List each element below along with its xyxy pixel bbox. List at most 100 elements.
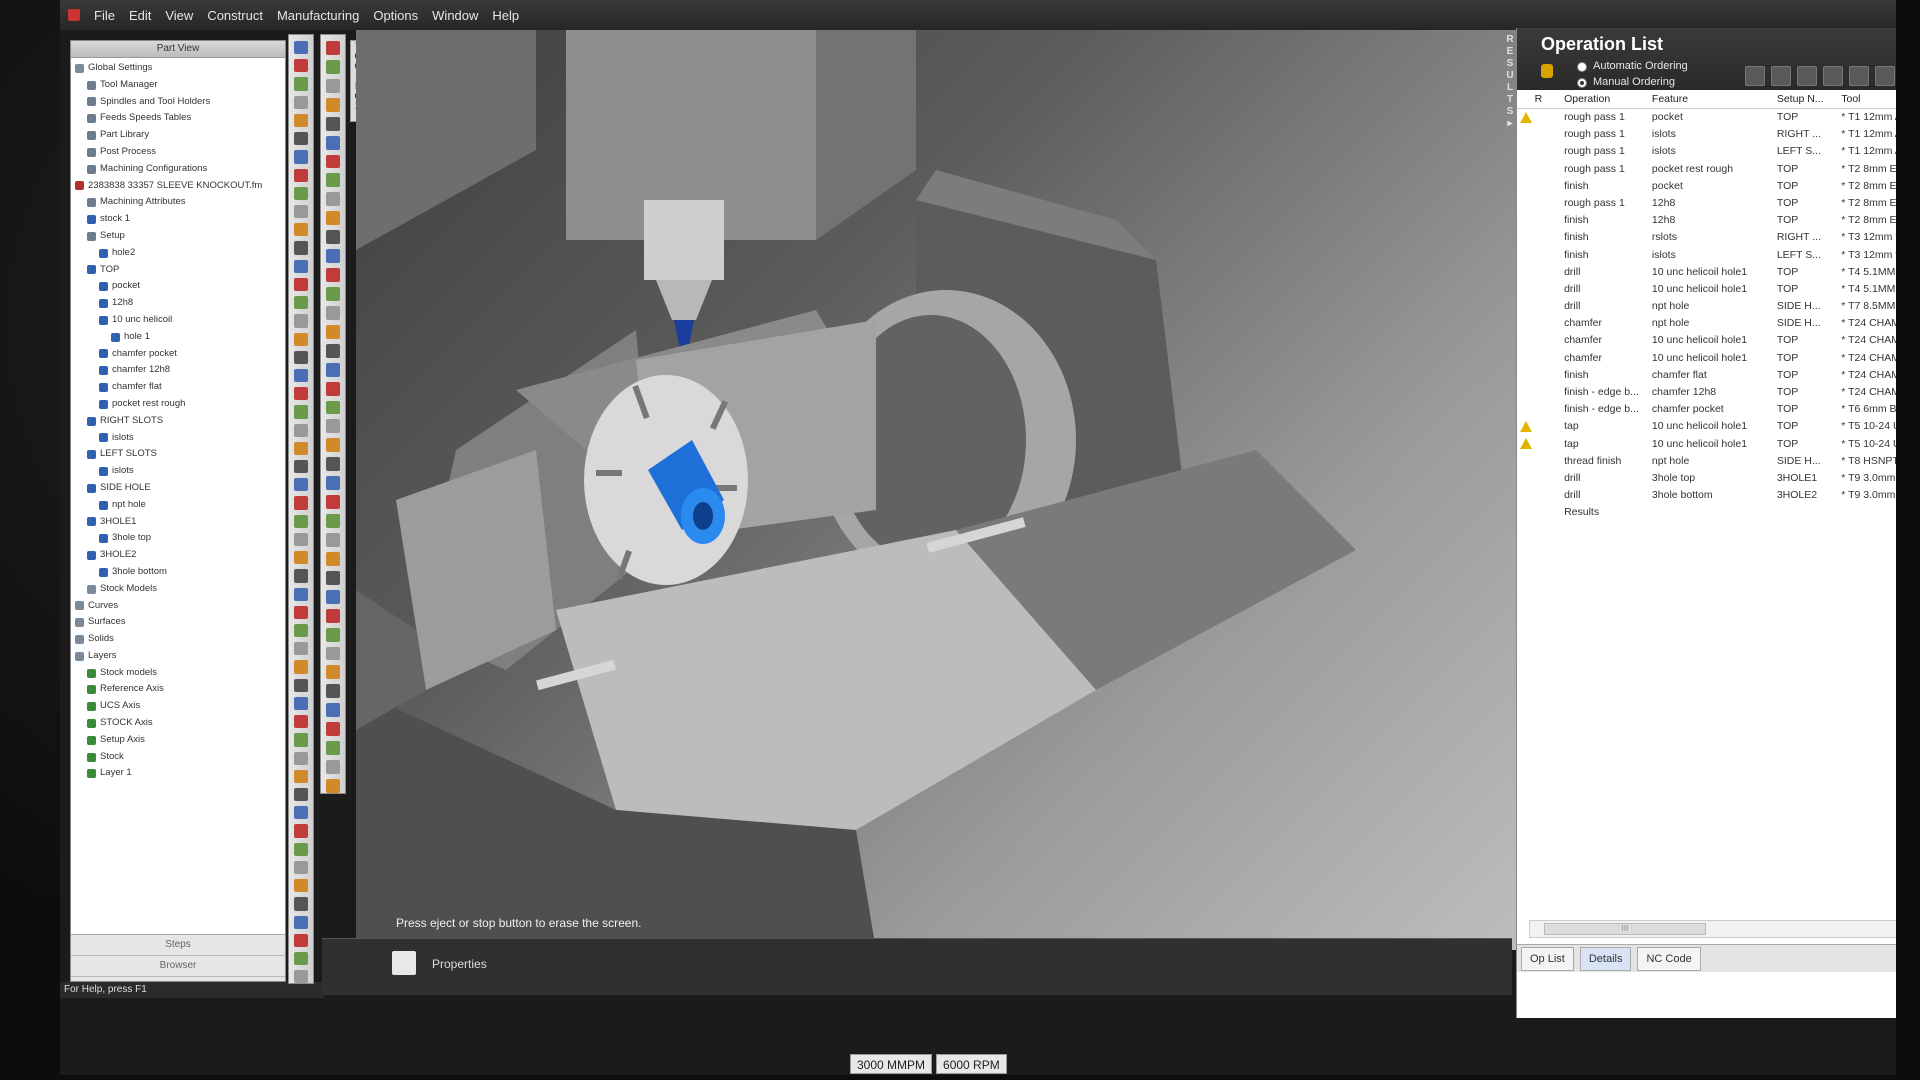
scrollbar-thumb[interactable]: III xyxy=(1544,923,1706,935)
tree-node[interactable]: Surfaces xyxy=(75,614,285,631)
menu-edit[interactable]: Edit xyxy=(129,8,151,23)
toolbar-button[interactable] xyxy=(294,186,308,200)
toolbar-button[interactable] xyxy=(294,132,308,146)
toolbar-button[interactable] xyxy=(294,605,308,619)
operation-row[interactable]: rough pass 1 islots LEFT S... * T1 12mm AL … xyxy=(1517,143,1896,160)
toolbar-button[interactable] xyxy=(326,230,340,245)
toolbar-button[interactable] xyxy=(326,570,340,585)
toolbar-button[interactable] xyxy=(294,95,308,109)
tree-node[interactable]: 3hole top xyxy=(75,530,285,547)
col-setup[interactable]: Setup N... xyxy=(1777,90,1841,108)
operation-row[interactable]: finish 12h8 TOP * T2 8mm EM K xyxy=(1517,212,1896,229)
toolbar-button[interactable] xyxy=(326,249,340,264)
manual-ordering-radio[interactable] xyxy=(1577,78,1587,88)
tree-node[interactable]: Tool Manager xyxy=(75,77,285,94)
toolbar-button[interactable] xyxy=(294,478,308,492)
operation-row[interactable]: finish - edge b... chamfer 12h8 TOP * T24 C… xyxy=(1517,384,1896,401)
tree-node[interactable]: 12h8 xyxy=(75,295,285,312)
toolbar-button[interactable] xyxy=(294,532,308,547)
tree-node[interactable]: hole2 xyxy=(75,245,285,262)
operation-row[interactable]: finish - edge b... chamfer pocket TOP * T6 … xyxy=(1517,401,1896,418)
toolbar-button[interactable] xyxy=(294,769,308,783)
toolbar-button[interactable] xyxy=(294,824,308,838)
filter-icon[interactable] xyxy=(1797,66,1817,86)
tree-node[interactable]: Stock xyxy=(75,749,285,766)
toolbar-button[interactable] xyxy=(326,362,340,377)
tree-node[interactable]: Stock models xyxy=(75,665,285,682)
operation-row[interactable]: rough pass 1 islots RIGHT ... * T1 12mm AL … xyxy=(1517,126,1896,143)
operation-row[interactable]: chamfer npt hole SIDE H... * T24 CHAMFE xyxy=(1517,315,1896,332)
toolbar-button[interactable] xyxy=(294,897,308,911)
toolbar-button[interactable] xyxy=(294,715,308,729)
toolbar-button[interactable] xyxy=(326,192,340,207)
toolbar-button[interactable] xyxy=(294,41,308,55)
tree-node[interactable]: Post Process xyxy=(75,144,285,161)
operation-row[interactable]: drill npt hole SIDE H... * T7 8.5MM twD xyxy=(1517,298,1896,315)
toolbar-button[interactable] xyxy=(326,760,340,774)
toolbar-button[interactable] xyxy=(326,116,340,131)
tree-node[interactable]: islots xyxy=(75,430,285,447)
results-tab[interactable]: R E S U L T S ▸ xyxy=(1504,34,1516,130)
tree-node[interactable]: Setup Axis xyxy=(75,732,285,749)
properties-label[interactable]: Properties xyxy=(432,957,487,971)
lock-icon[interactable] xyxy=(1541,64,1553,78)
toolbar-button[interactable] xyxy=(294,441,308,456)
tree-node[interactable]: Reference Axis xyxy=(75,681,285,698)
tree-node[interactable]: stock 1 xyxy=(75,211,285,228)
properties-icon[interactable] xyxy=(392,951,416,975)
toolbar-button[interactable] xyxy=(294,642,308,656)
toolbar-button[interactable] xyxy=(294,787,308,802)
toolbar-button[interactable] xyxy=(294,915,308,929)
toolbar-button[interactable] xyxy=(294,423,308,437)
toolbar-button[interactable] xyxy=(326,476,340,491)
toolbar-button[interactable] xyxy=(326,211,340,226)
toolbar-button[interactable] xyxy=(326,97,340,112)
toolbar-button[interactable] xyxy=(326,154,340,169)
tree-node[interactable]: Global Settings xyxy=(75,60,285,77)
tree-node[interactable]: Layer 1 xyxy=(75,765,285,782)
operation-row[interactable]: rough pass 1 pocket TOP * T1 12mm AL c xyxy=(1517,109,1896,126)
operation-row[interactable]: Results xyxy=(1517,504,1896,521)
operation-row[interactable]: thread finish npt hole SIDE H... * T8 HSNPT… xyxy=(1517,453,1896,470)
toolbar-button[interactable] xyxy=(294,678,308,692)
tree-node[interactable]: hole 1 xyxy=(75,329,285,346)
tree-node[interactable]: Part Library xyxy=(75,127,285,144)
toolbar-button[interactable] xyxy=(294,696,308,711)
operation-row[interactable]: drill 3hole bottom 3HOLE2 * T9 3.0mm FLA xyxy=(1517,487,1896,504)
toolbar-button[interactable] xyxy=(294,223,308,237)
toolbar-button[interactable] xyxy=(294,933,308,947)
tree-node[interactable]: Curves xyxy=(75,598,285,615)
horizontal-scrollbar[interactable]: III xyxy=(1529,920,1896,938)
menu-construct[interactable]: Construct xyxy=(207,8,263,23)
tree-node[interactable]: npt hole xyxy=(75,497,285,514)
delete-icon[interactable] xyxy=(1849,66,1869,86)
tree-node[interactable]: STOCK Axis xyxy=(75,715,285,732)
toolbar-button[interactable] xyxy=(326,703,340,718)
tree-node[interactable]: islots xyxy=(75,463,285,480)
toolbar-button[interactable] xyxy=(294,77,308,91)
tree-node[interactable]: 10 unc helicoil xyxy=(75,312,285,329)
operation-row[interactable]: rough pass 1 pocket rest rough TOP * T2 8mm… xyxy=(1517,161,1896,178)
toolbar-button[interactable] xyxy=(294,460,308,474)
toolbar-button[interactable] xyxy=(294,204,308,219)
toolbar-button[interactable] xyxy=(294,842,308,856)
menu-view[interactable]: View xyxy=(165,8,193,23)
tree-node[interactable]: TOP xyxy=(75,262,285,279)
toolbar-button[interactable] xyxy=(294,387,308,401)
tree-node[interactable]: 2383838 33357 SLEEVE KNOCKOUT.fm xyxy=(75,178,285,195)
tree-node[interactable]: Machining Attributes xyxy=(75,194,285,211)
toolbar-button[interactable] xyxy=(294,806,308,820)
toolbar-button[interactable] xyxy=(294,350,308,364)
tree-node[interactable]: Feeds Speeds Tables xyxy=(75,110,285,127)
tree-node[interactable]: 3HOLE2 xyxy=(75,547,285,564)
operation-row[interactable]: finish islots LEFT S... * T3 12mm flat A xyxy=(1517,247,1896,264)
tree-node[interactable]: LEFT SLOTS xyxy=(75,446,285,463)
tab-details[interactable]: Details xyxy=(1579,946,1632,971)
tab-steps[interactable]: Steps xyxy=(71,935,285,956)
tree-node[interactable]: Layers xyxy=(75,648,285,665)
toolbar-button[interactable] xyxy=(326,684,340,699)
toolbar-button[interactable] xyxy=(326,608,340,623)
toolbar-button[interactable] xyxy=(294,514,308,528)
tree-node[interactable]: Stock Models xyxy=(75,581,285,598)
toolbar-button[interactable] xyxy=(326,741,340,756)
